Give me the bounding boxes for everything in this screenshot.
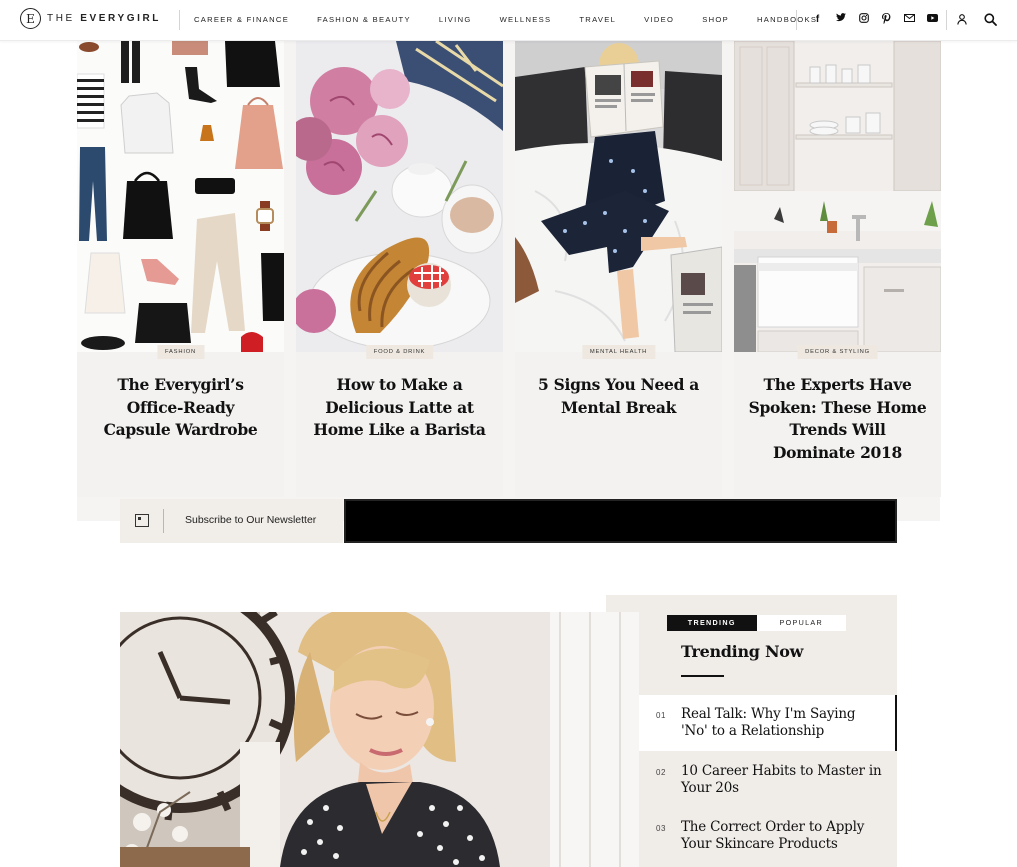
trending-item-number: 02 <box>656 768 666 777</box>
nav-living[interactable]: LIVING <box>439 15 472 24</box>
category-tag[interactable]: MENTAL HEALTH <box>581 345 656 359</box>
search-icon[interactable] <box>981 11 999 27</box>
nav-video[interactable]: VIDEO <box>644 15 674 24</box>
article-title[interactable]: 5 Signs You Need a Mental Break <box>529 374 708 419</box>
header-divider <box>796 10 797 30</box>
trending-title: Trending Now <box>681 642 804 661</box>
newsletter-icon <box>135 514 149 527</box>
category-tag[interactable]: FASHION <box>156 345 205 359</box>
newsletter-label-box: Subscribe to Our Newsletter <box>120 499 343 543</box>
header-divider <box>179 10 180 30</box>
article-title[interactable]: How to Make a Delicious Latte at Home Li… <box>310 374 489 442</box>
account-icon[interactable] <box>953 11 971 27</box>
trending-title-rule <box>681 675 724 677</box>
article-title[interactable]: The Everygirl’s Office-Ready Capsule War… <box>91 374 270 442</box>
article-image[interactable] <box>77 41 284 352</box>
trending-item-title[interactable]: The Correct Order to Apply Your Skincare… <box>681 819 883 853</box>
article-image[interactable] <box>515 41 722 352</box>
header-divider <box>946 10 947 30</box>
trending-item-number: 03 <box>656 824 666 833</box>
newsletter-email-input[interactable] <box>344 499 897 543</box>
logo-mark: E <box>20 8 41 29</box>
article-title[interactable]: The Experts Have Spoken: These Home Tren… <box>748 374 927 464</box>
logo-prefix: THE <box>47 13 75 24</box>
category-tag[interactable]: DECOR & STYLING <box>797 345 878 359</box>
youtube-icon[interactable] <box>921 13 944 27</box>
trending-item-title[interactable]: 10 Career Habits to Master in Your 20s <box>681 763 883 797</box>
tab-popular[interactable]: POPULAR <box>756 615 846 631</box>
site-header: E THE EVERYGIRL CAREER & FINANCE FASHION… <box>0 0 1017 41</box>
social-links: f <box>806 13 944 27</box>
nav-shop[interactable]: SHOP <box>702 15 729 24</box>
facebook-icon[interactable]: f <box>806 13 829 27</box>
category-tag[interactable]: FOOD & DRINK <box>365 345 434 359</box>
newsletter-label: Subscribe to Our Newsletter <box>185 514 317 526</box>
twitter-icon[interactable] <box>829 13 852 27</box>
main-nav: CAREER & FINANCE FASHION & BEAUTY LIVING… <box>194 15 845 24</box>
article-card[interactable]: MENTAL HEALTH 5 Signs You Need a Mental … <box>515 41 722 497</box>
nav-career-finance[interactable]: CAREER & FINANCE <box>194 15 289 24</box>
trending-item-title[interactable]: Real Talk: Why I'm Saying 'No' to a Rela… <box>681 706 881 740</box>
email-icon[interactable] <box>898 13 921 27</box>
trending-item[interactable]: 03 The Correct Order to Apply Your Skinc… <box>639 808 897 864</box>
newsletter-divider <box>163 509 164 533</box>
site-logo[interactable]: E THE EVERYGIRL <box>20 8 161 29</box>
article-image[interactable] <box>734 41 941 352</box>
article-card[interactable]: FASHION The Everygirl’s Office-Ready Cap… <box>77 41 284 497</box>
nav-travel[interactable]: TRAVEL <box>579 15 616 24</box>
article-card[interactable]: FOOD & DRINK How to Make a Delicious Lat… <box>296 41 503 497</box>
logo-name: EVERYGIRL <box>80 13 162 24</box>
trending-item[interactable]: 01 Real Talk: Why I'm Saying 'No' to a R… <box>639 695 897 751</box>
featured-image[interactable] <box>120 612 639 867</box>
trending-item[interactable]: 02 10 Career Habits to Master in Your 20… <box>639 752 897 808</box>
nav-fashion-beauty[interactable]: FASHION & BEAUTY <box>317 15 411 24</box>
instagram-icon[interactable] <box>852 13 875 27</box>
pinterest-icon[interactable] <box>875 13 898 27</box>
trending-tabs: TRENDING POPULAR <box>667 615 846 631</box>
nav-wellness[interactable]: WELLNESS <box>500 15 552 24</box>
tab-trending[interactable]: TRENDING <box>667 615 757 631</box>
article-image[interactable] <box>296 41 503 352</box>
trending-item-number: 01 <box>656 711 666 720</box>
article-card[interactable]: DECOR & STYLING The Experts Have Spoken:… <box>734 41 941 497</box>
newsletter-bar: Subscribe to Our Newsletter <box>120 499 897 543</box>
